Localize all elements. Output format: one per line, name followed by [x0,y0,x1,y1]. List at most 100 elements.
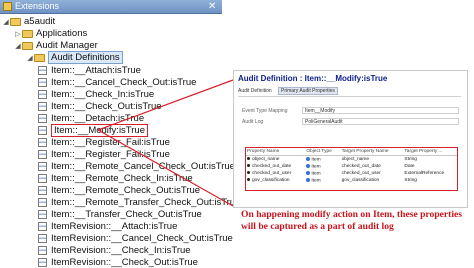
audit-definition-icon [38,234,47,243]
folder-icon [10,17,21,26]
cell-text: checked_out_date [252,164,292,169]
column-header[interactable]: Target Property Name [340,148,404,156]
cell-text: Item [311,178,321,184]
target-property-cell: object_name [341,157,370,162]
audit-definition-icon [38,114,47,123]
tree-node-label: Applications [36,28,88,39]
panel-tabs: Audit Definition Primary Audit Propertie… [238,87,461,97]
target-type-cell: String [404,178,417,183]
audit-definition-item[interactable]: Item::__Transfer_Check_Out:isTrue [38,209,202,220]
audit-definition-item[interactable]: ItemRevision::__Cancel_Check_Out:isTrue [38,233,233,244]
panel-title: Audit Definition : Item::__Modify:isTrue [238,74,388,83]
audit-definition-icon [38,162,47,171]
audit-definition-label: Item::__Register_Fail:isTrue [51,137,170,148]
folder-icon [22,29,33,38]
window-title: Extensions [15,1,60,11]
close-icon[interactable]: ✕ [208,0,216,13]
audit-definition-label: ItemRevision::__Check_In:isTrue [51,245,191,256]
table-row[interactable]: checked_out_user Item checked_out_user E… [246,170,457,177]
cell-text: object_name [252,157,280,162]
audit-definition-item[interactable]: Item::__Check_In:isTrue [38,89,154,100]
table-row[interactable]: gov_classification Item gov_classificati… [246,177,457,184]
collapse-arrow-icon[interactable]: ◢ [14,42,22,50]
audit-definition-item[interactable]: Item::__Remote_Check_Out:isTrue [38,185,200,196]
audit-definition-item[interactable]: Item::__Attach:isTrue [38,65,141,76]
window-title-bar: Extensions ✕ [0,0,222,14]
audit-definition-icon [38,222,47,231]
column-header[interactable]: Target Property ... [403,148,457,156]
audit-definition-icon [38,186,47,195]
bullet-icon [247,157,250,161]
folder-icon [34,53,45,62]
tree-node-audit-definitions[interactable]: ◢ Audit Definitions [26,51,123,64]
audit-definition-icon [38,138,47,147]
audit-definition-item[interactable]: Item::__Remote_Transfer_Check_Out:isTrue [38,197,240,208]
audit-definition-label: Item::__Remote_Transfer_Check_Out:isTrue [51,197,241,208]
table-header-row: Property Name Object Type Target Propert… [246,148,457,156]
bullet-icon [247,164,250,168]
expand-arrow-icon[interactable]: ▷ [14,30,22,38]
audit-definition-icon [38,258,47,267]
object-type-cell: Item [305,156,340,164]
audit-definition-item[interactable]: Item::__Remote_Check_In:isTrue [38,173,193,184]
tree-node-label: Audit Manager [36,40,98,51]
audit-definition-label: Item::__Check_In:isTrue [51,89,155,100]
event-type-mapping-field[interactable]: Item__Modify [302,107,459,114]
audit-definition-icon [38,90,47,99]
audit-log-field[interactable]: PoliGeneralAudit [302,118,459,125]
audit-definition-label: ItemRevision::__Cancel_Check_Out:isTrue [51,233,233,244]
audit-definition-item[interactable]: Item::__Cancel_Check_Out:isTrue [38,77,196,88]
cell-text: Item [311,171,321,177]
audit-definition-label: Item::__Register_Fail:isTrue [51,149,170,160]
collapse-arrow-icon[interactable]: ◢ [26,54,34,62]
audit-definition-label: Item::__Attach:isTrue [51,65,141,76]
audit-definition-label: ItemRevision::__Check_Out:isTrue [51,257,198,268]
audit-definition-icon [38,174,47,183]
audit-definition-label: ItemRevision::__Attach:isTrue [51,221,178,232]
audit-definition-icon [38,198,47,207]
tree-node-applications[interactable]: ▷ Applications [14,28,87,39]
target-type-cell: ExternalReference [404,171,445,176]
audit-definition-icon [38,102,47,111]
audit-definition-item[interactable]: Item::__Register_Fail:isTrue [38,137,170,148]
audit-definition-item[interactable]: Item::__Remote_Cancel_Check_Out:isTrue [38,161,235,172]
cell-text: checked_out_user [252,171,292,176]
annotation-note: On happening modify action on Item, thes… [241,209,463,232]
column-header[interactable]: Object Type [305,148,341,156]
event-type-mapping-label: Event Type Mapping [242,108,288,114]
audit-definition-label: Item::__Detach:isTrue [51,113,145,124]
extensions-tree: ◢ a5audit ▷ Applications ◢ Audit Manager… [0,14,240,268]
property-name-cell: object_name [246,156,305,164]
table-row[interactable]: object_name Item object_name String [246,156,457,164]
tree-node-root[interactable]: ◢ a5audit [2,16,55,27]
audit-log-label: Audit Log [242,119,264,125]
cell-text: Item [311,164,321,170]
audit-definition-icon [38,150,47,159]
audit-definition-item[interactable]: ItemRevision::__Check_In:isTrue [38,245,191,256]
tree-node-audit-manager[interactable]: ◢ Audit Manager [14,40,98,51]
extensions-icon [3,2,12,11]
cell-text: Item [311,157,321,163]
column-header[interactable]: Property Name [246,148,306,156]
audit-definition-item-selected[interactable]: Item::__Modify:isTrue [38,124,148,137]
table-row[interactable]: checked_out_date Item checked_out_date D… [246,163,457,170]
audit-definition-item[interactable]: ItemRevision::__Check_Out:isTrue [38,257,198,268]
collapse-arrow-icon[interactable]: ◢ [2,18,10,26]
tab-audit-definition[interactable]: Audit Definition [238,88,272,94]
cell-text: gov_classification [252,178,290,183]
audit-definition-icon [38,210,47,219]
audit-definition-label: Item::__Cancel_Check_Out:isTrue [51,77,197,88]
item-type-icon [306,156,311,161]
audit-definition-icon [38,126,47,135]
audit-definition-item[interactable]: Item::__Check_Out:isTrue [38,101,162,112]
property-name-cell: gov_classification [246,177,305,184]
target-type-cell: String [404,157,417,162]
audit-definition-label: Item::__Remote_Check_In:isTrue [51,173,193,184]
audit-definition-item[interactable]: ItemRevision::__Attach:isTrue [38,221,177,232]
audit-definition-item[interactable]: Item::__Detach:isTrue [38,113,144,124]
audit-definition-label: Item::__Remote_Cancel_Check_Out:isTrue [51,161,235,172]
audit-definition-item[interactable]: Item::__Register_Fail:isTrue [38,149,170,160]
item-type-icon [306,177,311,182]
audit-definition-icon [38,66,47,75]
tab-primary-audit-properties[interactable]: Primary Audit Properties [278,87,338,95]
